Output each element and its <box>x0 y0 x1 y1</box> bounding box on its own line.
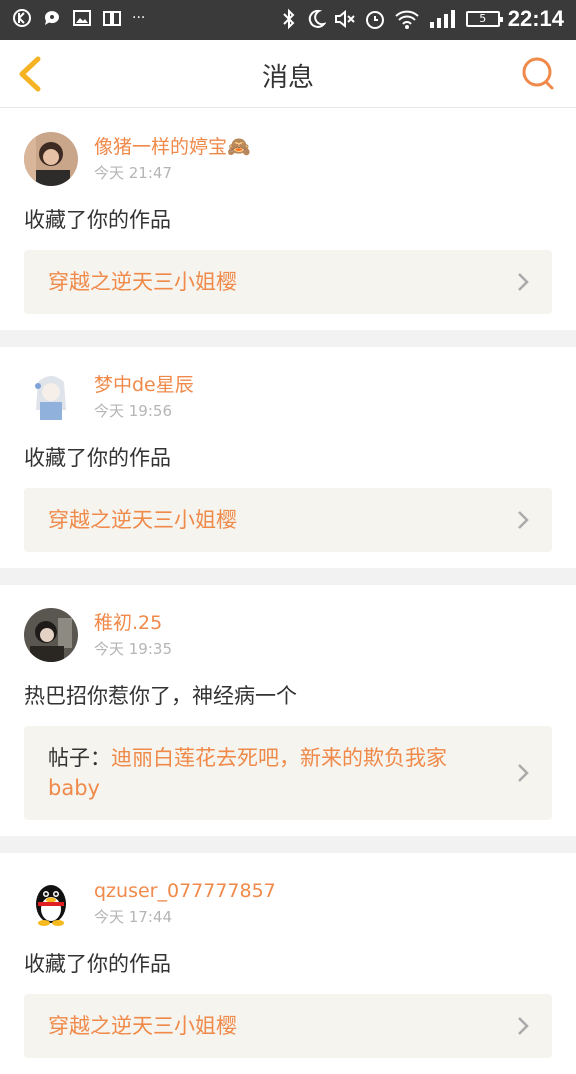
message-header: 稚初.25 今天 19:35 <box>24 607 552 663</box>
timestamp: 今天 21:47 <box>94 163 172 182</box>
message-header: 梦中de星辰 今天 19:56 <box>24 369 552 425</box>
work-title: 穿越之逆天三小姐樱 <box>48 1011 496 1041</box>
battery-icon: 5 <box>465 11 503 27</box>
username[interactable]: 梦中de星辰 <box>94 373 194 397</box>
chevron-right-icon <box>518 273 529 291</box>
chevron-right-icon <box>518 764 529 782</box>
message-header: 像猪一样的婷宝🙈 今天 21:47 <box>24 131 552 187</box>
message-item: 梦中de星辰 今天 19:56 收藏了你的作品 穿越之逆天三小姐樱 <box>0 347 576 568</box>
timestamp: 今天 19:35 <box>94 639 172 658</box>
work-link[interactable]: 穿越之逆天三小姐樱 <box>24 250 552 314</box>
system-icons: 5 22:14 <box>280 6 564 32</box>
timestamp: 今天 17:44 <box>94 907 172 926</box>
chevron-right-icon <box>518 511 529 529</box>
message-item: qzuser_077777857 今天 17:44 收藏了你的作品 穿越之逆天三… <box>0 853 576 1074</box>
work-title-text: 穿越之逆天三小姐樱 <box>48 1014 237 1038</box>
clock: 22:14 <box>507 6 564 31</box>
book-icon <box>103 11 121 26</box>
search-icon <box>522 57 554 90</box>
message-item: 像猪一样的婷宝🙈 今天 21:47 收藏了你的作品 穿越之逆天三小姐樱 <box>0 109 576 330</box>
divider <box>0 330 576 347</box>
username[interactable]: qzuser_077777857 <box>94 879 276 903</box>
chevron-right-icon <box>518 1017 529 1035</box>
timestamp: 今天 19:56 <box>94 401 172 420</box>
message-item: 稚初.25 今天 19:35 热巴招你惹你了，神经病一个 帖子：迪丽白莲花去死吧… <box>0 585 576 836</box>
status-bar: ··· 5 22:14 <box>0 0 576 40</box>
alarm-icon <box>365 11 384 29</box>
more-dots-icon: ··· <box>132 10 146 26</box>
message-text: 热巴招你惹你了，神经病一个 <box>24 684 297 708</box>
wifi-icon <box>395 10 419 29</box>
work-title: 穿越之逆天三小姐樱 <box>48 505 496 535</box>
image-icon <box>73 10 91 26</box>
username[interactable]: 稚初.25 <box>94 611 172 635</box>
message-list: 像猪一样的婷宝🙈 今天 21:47 收藏了你的作品 穿越之逆天三小姐樱 梦中de… <box>0 109 576 1074</box>
avatar[interactable] <box>24 132 78 186</box>
avatar[interactable] <box>24 876 78 930</box>
message-text: 收藏了你的作品 <box>24 446 171 470</box>
avatar[interactable] <box>24 608 78 662</box>
k-badge-icon <box>13 9 31 27</box>
bluetooth-icon <box>283 8 295 30</box>
notification-icons: ··· <box>12 8 145 28</box>
moon-icon <box>308 9 326 28</box>
chat-bubble-icon <box>44 11 59 25</box>
work-title-text: 穿越之逆天三小姐樱 <box>48 270 237 294</box>
work-title-text: 穿越之逆天三小姐樱 <box>48 508 237 532</box>
post-link[interactable]: 帖子：迪丽白莲花去死吧，新来的欺负我家baby <box>24 726 552 820</box>
message-text: 收藏了你的作品 <box>24 952 171 976</box>
message-text: 收藏了你的作品 <box>24 208 171 232</box>
work-link[interactable]: 穿越之逆天三小姐樱 <box>24 994 552 1058</box>
signal-icon <box>429 10 455 28</box>
avatar[interactable] <box>24 370 78 424</box>
mute-icon <box>334 9 355 29</box>
search-button[interactable] <box>518 54 558 94</box>
page-title: 消息 <box>261 63 314 93</box>
username[interactable]: 像猪一样的婷宝🙈 <box>94 135 251 159</box>
work-title: 帖子：迪丽白莲花去死吧，新来的欺负我家baby <box>48 743 496 803</box>
divider <box>0 568 576 585</box>
divider <box>0 836 576 853</box>
work-link[interactable]: 穿越之逆天三小姐樱 <box>24 488 552 552</box>
message-header: qzuser_077777857 今天 17:44 <box>24 875 552 931</box>
header-bar: 消息 <box>0 40 576 108</box>
work-prefix: 帖子： <box>48 746 111 770</box>
work-title: 穿越之逆天三小姐樱 <box>48 267 496 297</box>
